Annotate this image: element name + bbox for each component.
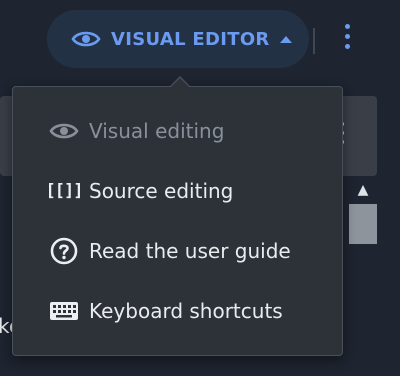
eye-icon bbox=[49, 116, 79, 146]
scrollbar-thumb[interactable] bbox=[349, 204, 377, 244]
menu-item-user-guide[interactable]: Read the user guide bbox=[13, 221, 342, 281]
caret-up-icon bbox=[279, 36, 292, 43]
scroll-up-arrow-icon[interactable]: ▲ bbox=[351, 183, 375, 197]
menu-item-label: Visual editing bbox=[89, 119, 225, 143]
menu-item-label: Keyboard shortcuts bbox=[89, 299, 283, 323]
menu-item-source-editing[interactable]: [[]] Source editing bbox=[13, 161, 342, 221]
vertical-ellipsis-icon bbox=[344, 24, 350, 29]
menu-pointer-inner bbox=[170, 78, 190, 88]
editor-mode-label: VISUAL EDITOR bbox=[111, 28, 270, 50]
menu-item-label: Read the user guide bbox=[89, 239, 291, 263]
menu-item-label: Source editing bbox=[89, 179, 234, 203]
editor-mode-button[interactable]: VISUAL EDITOR bbox=[47, 10, 309, 68]
editor-mode-menu: Visual editing [[]] Source editing Read … bbox=[12, 86, 343, 356]
menu-item-keyboard-shortcuts[interactable]: Keyboard shortcuts bbox=[13, 281, 342, 341]
eye-icon bbox=[71, 31, 101, 47]
help-circle-icon bbox=[49, 236, 79, 266]
more-options-button[interactable] bbox=[336, 24, 358, 58]
keyboard-icon bbox=[49, 296, 79, 326]
toolbar-divider bbox=[313, 28, 315, 54]
wikitext-brackets-icon: [[]] bbox=[45, 181, 84, 201]
menu-item-visual-editing[interactable]: Visual editing bbox=[13, 101, 342, 161]
